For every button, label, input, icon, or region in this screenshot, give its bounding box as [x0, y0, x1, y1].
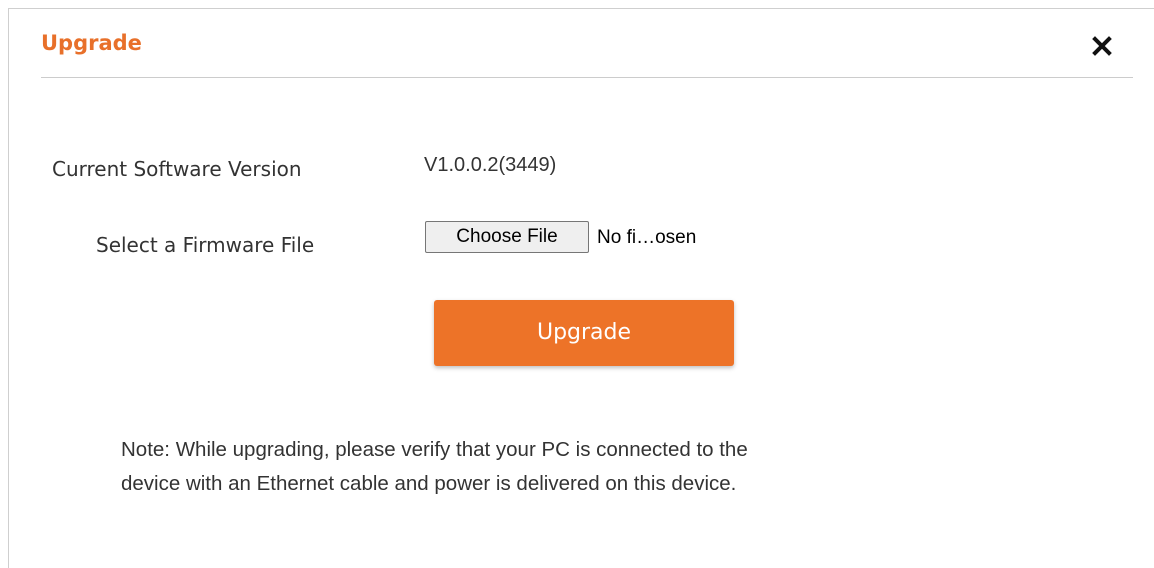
- header-divider: [41, 77, 1133, 78]
- upgrade-note: Note: While upgrading, please verify tha…: [121, 433, 1021, 501]
- note-line-1: Note: While upgrading, please verify tha…: [121, 438, 748, 461]
- close-button[interactable]: [1087, 31, 1117, 61]
- note-line-2: device with an Ethernet cable and power …: [121, 472, 737, 495]
- current-version-label: Current Software Version: [52, 157, 302, 181]
- upgrade-dialog: Upgrade Current Software Version V1.0.0.…: [8, 8, 1154, 568]
- current-version-value: V1.0.0.2(3449): [424, 154, 557, 176]
- dialog-title: Upgrade: [41, 31, 142, 55]
- firmware-file-label: Select a Firmware File: [96, 233, 315, 257]
- close-icon: [1092, 36, 1112, 56]
- file-status-text: No fi…osen: [597, 227, 697, 248]
- upgrade-button[interactable]: Upgrade: [434, 300, 734, 366]
- choose-file-button[interactable]: Choose File: [425, 221, 589, 253]
